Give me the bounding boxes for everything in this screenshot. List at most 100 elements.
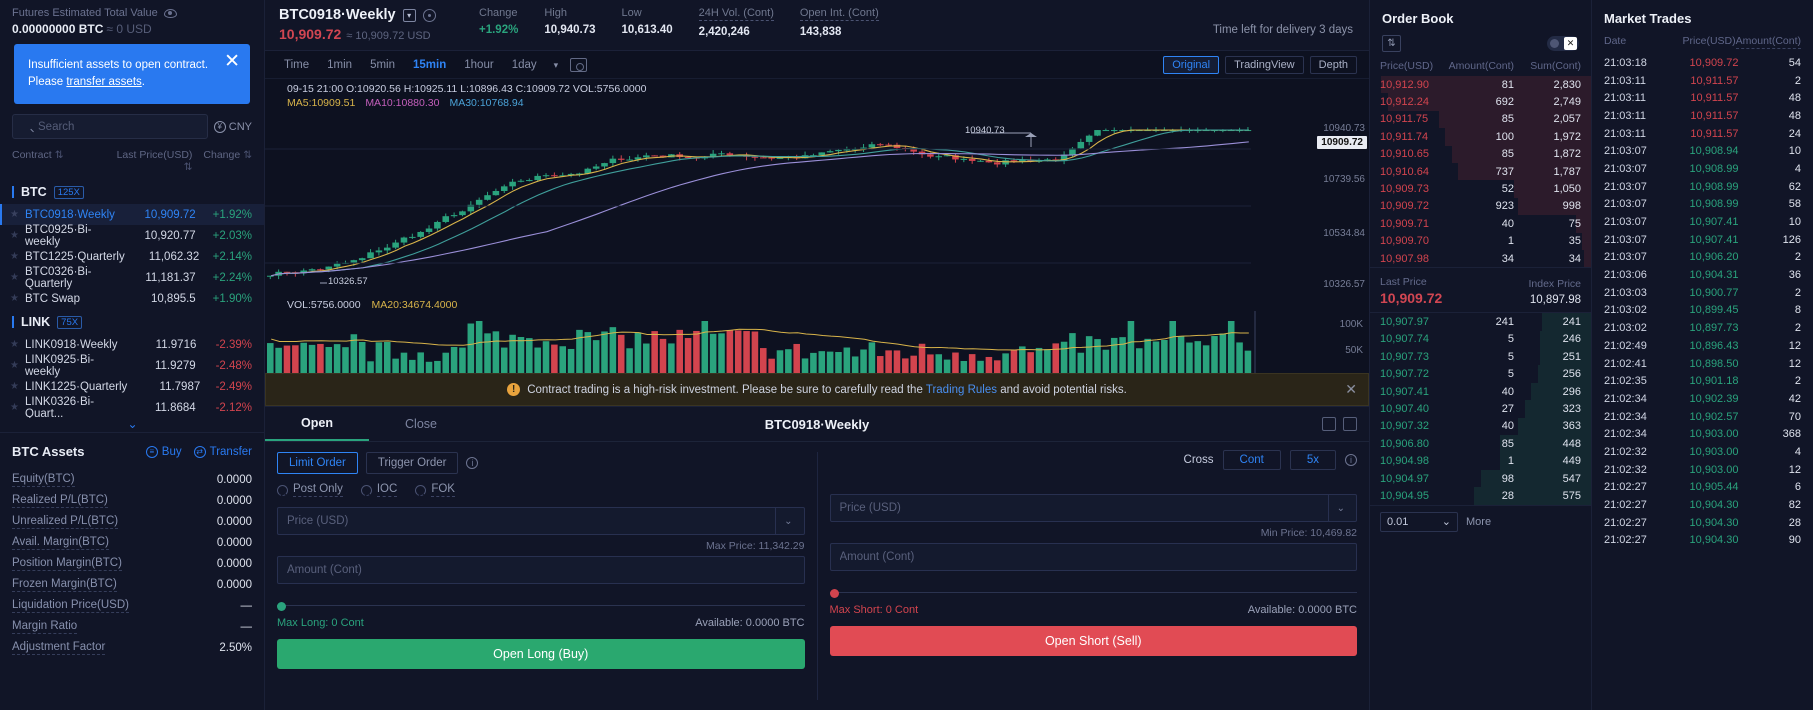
contract-row[interactable]: ★ LINK0326·Bi-Quart... 11.8684 -2.12% <box>0 396 264 419</box>
order-book-row[interactable]: 10,910.65 85 1,872 <box>1370 145 1591 163</box>
order-book-row[interactable]: 10,909.71 40 75 <box>1370 215 1591 233</box>
interval-1min[interactable]: 1min <box>318 57 361 73</box>
open-long-button[interactable]: Open Long (Buy) <box>277 639 805 669</box>
interval-Time[interactable]: Time <box>275 57 318 73</box>
open-short-button[interactable]: Open Short (Sell) <box>829 626 1357 656</box>
view-mode-depth[interactable]: Depth <box>1309 56 1357 74</box>
view-mode-original[interactable]: Original <box>1163 56 1220 74</box>
close-icon[interactable]: ✕ <box>1345 381 1357 398</box>
favorite-star-icon[interactable]: ★ <box>10 402 23 413</box>
long-amount-field[interactable] <box>277 556 805 584</box>
chevron-down-icon[interactable]: ⌄ <box>775 508 794 534</box>
chevron-down-icon[interactable]: ▾ <box>546 60 567 71</box>
close-icon[interactable]: ✕ <box>224 52 240 71</box>
transfer-assets-link[interactable]: transfer assets <box>66 76 141 88</box>
order-book-row[interactable]: 10,907.72 5 256 <box>1370 365 1591 383</box>
long-price-field[interactable]: ⌄ <box>277 507 805 535</box>
interval-1hour[interactable]: 1hour <box>455 57 502 73</box>
info-icon[interactable]: i <box>1345 454 1357 466</box>
favorite-star-icon[interactable]: ★ <box>10 339 23 350</box>
expand-icon[interactable] <box>1343 417 1357 431</box>
order-book-row[interactable]: 10,912.24 692 2,749 <box>1370 93 1591 111</box>
contract-row[interactable]: ★ BTC1225·Quarterly 11,062.32 +2.14% <box>0 246 264 267</box>
order-book-row[interactable]: 10,910.64 737 1,787 <box>1370 162 1591 181</box>
radio-ioc[interactable]: IOC <box>360 483 398 497</box>
favorite-star-icon[interactable]: ★ <box>10 360 23 371</box>
slider-handle[interactable] <box>829 588 839 598</box>
info-icon[interactable]: i <box>466 457 479 469</box>
eye-icon[interactable] <box>163 8 177 18</box>
tab-open[interactable]: Open <box>265 407 369 441</box>
contract-row[interactable]: ★ BTC Swap 10,895.5 +1.90% <box>0 288 264 309</box>
interval-1day[interactable]: 1day <box>503 57 546 73</box>
order-book-row[interactable]: 10,911.75 85 2,057 <box>1370 110 1591 129</box>
search-input[interactable] <box>38 120 199 133</box>
order-book-row[interactable]: 10,911.74 100 1,972 <box>1370 128 1591 146</box>
order-book-row[interactable]: 10,909.73 52 1,050 <box>1370 180 1591 198</box>
chevron-down-icon[interactable]: ▾ <box>402 8 416 22</box>
contract-row[interactable]: ★ BTC0326·Bi-Quarterly 11,181.37 +2.24% <box>0 266 264 290</box>
trading-rules-link[interactable]: Trading Rules <box>926 384 997 396</box>
tab-close[interactable]: Close <box>369 408 473 440</box>
order-book-row[interactable]: 10,912.90 81 2,830 <box>1370 76 1591 94</box>
contract-row[interactable]: ★ BTC0925·Bi-weekly 10,920.77 +2.03% <box>0 224 264 248</box>
order-book-row[interactable]: 10,904.97 98 547 <box>1370 469 1591 488</box>
order-book-row[interactable]: 10,907.73 5 251 <box>1370 348 1591 366</box>
short-price-input[interactable] <box>839 502 1328 514</box>
favorite-star-icon[interactable]: ★ <box>10 381 23 392</box>
margin-mode-label[interactable]: Cross <box>1184 454 1214 466</box>
interval-15min[interactable]: 15min <box>404 57 455 73</box>
long-amount-slider[interactable] <box>277 600 805 612</box>
cont-unit-button[interactable]: Cont <box>1222 450 1281 470</box>
radio-post-only[interactable]: Post Only <box>277 483 343 497</box>
order-book-row[interactable]: 10,904.95 28 575 <box>1370 487 1591 505</box>
buy-button[interactable]: ≡ Buy <box>145 445 182 458</box>
order-book-toggle[interactable]: ✕ <box>1547 36 1579 51</box>
expand-list-chevron-icon[interactable]: ⌄ <box>0 418 264 432</box>
radio-fok[interactable]: FOK <box>415 483 455 497</box>
chevron-down-icon[interactable]: ⌄ <box>1327 495 1347 521</box>
target-icon[interactable] <box>422 8 436 22</box>
currency-selector[interactable]: ¥ CNY <box>213 120 252 133</box>
order-book-row[interactable]: 10,904.98 1 449 <box>1370 452 1591 470</box>
order-book-row[interactable]: 10,907.74 5 246 <box>1370 330 1591 349</box>
favorite-star-icon[interactable]: ★ <box>10 209 23 220</box>
short-amount-field[interactable] <box>829 543 1357 571</box>
order-book-row[interactable]: 10,909.70 1 35 <box>1370 232 1591 250</box>
limit-order-button[interactable]: Limit Order <box>277 452 358 474</box>
slider-handle[interactable] <box>277 601 286 611</box>
contract-row[interactable]: ★ LINK0925·Bi-weekly 11.9279 -2.48% <box>0 354 264 378</box>
favorite-star-icon[interactable]: ★ <box>10 272 23 283</box>
interval-5min[interactable]: 5min <box>361 57 404 73</box>
favorite-star-icon[interactable]: ★ <box>10 230 23 241</box>
price-plot[interactable]: 10940.73 10326.57 10940.73 10909.72 1073… <box>265 111 1369 296</box>
favorite-star-icon[interactable]: ★ <box>10 293 23 304</box>
header-contract[interactable]: Contract ⇅ <box>12 149 108 173</box>
more-button[interactable]: More <box>1466 516 1491 528</box>
short-amount-slider[interactable] <box>829 587 1357 599</box>
long-price-input[interactable] <box>287 515 776 527</box>
favorite-star-icon[interactable]: ★ <box>10 251 23 262</box>
header-price[interactable]: Last Price(USD)⇅ <box>108 149 194 173</box>
search-box[interactable] <box>12 114 208 139</box>
order-book-row[interactable]: 10,907.40 27 323 <box>1370 400 1591 418</box>
screenshot-icon[interactable] <box>570 58 588 72</box>
contract-row[interactable]: ★ LINK1225·Quarterly 11.7987 -2.49% <box>0 376 264 397</box>
order-book-row[interactable]: 10,907.32 40 363 <box>1370 417 1591 436</box>
contract-row[interactable]: ★ BTC0918·Weekly 10,909.72 +1.92% <box>0 204 264 225</box>
long-amount-input[interactable] <box>287 564 795 576</box>
layout-icon[interactable] <box>1322 417 1336 431</box>
contract-row[interactable]: ★ LINK0918·Weekly 11.9716 -2.39% <box>0 334 264 355</box>
order-book-row[interactable]: 10,906.80 85 448 <box>1370 435 1591 453</box>
short-price-field[interactable]: ⌄ <box>829 494 1357 522</box>
header-change[interactable]: Change ⇅ <box>194 149 252 173</box>
order-book-row[interactable]: 10,907.98 34 34 <box>1370 249 1591 268</box>
trigger-order-button[interactable]: Trigger Order <box>365 452 459 474</box>
transfer-button[interactable]: ⇄ Transfer <box>193 445 252 458</box>
order-book-row[interactable]: 10,907.97 241 241 <box>1370 313 1591 331</box>
view-mode-tradingview[interactable]: TradingView <box>1225 56 1304 74</box>
order-book-row[interactable]: 10,907.41 40 296 <box>1370 382 1591 401</box>
short-amount-input[interactable] <box>839 551 1347 563</box>
order-book-row[interactable]: 10,909.72 923 998 <box>1370 197 1591 216</box>
book-layout-icon[interactable]: ⇅ <box>1382 35 1401 52</box>
